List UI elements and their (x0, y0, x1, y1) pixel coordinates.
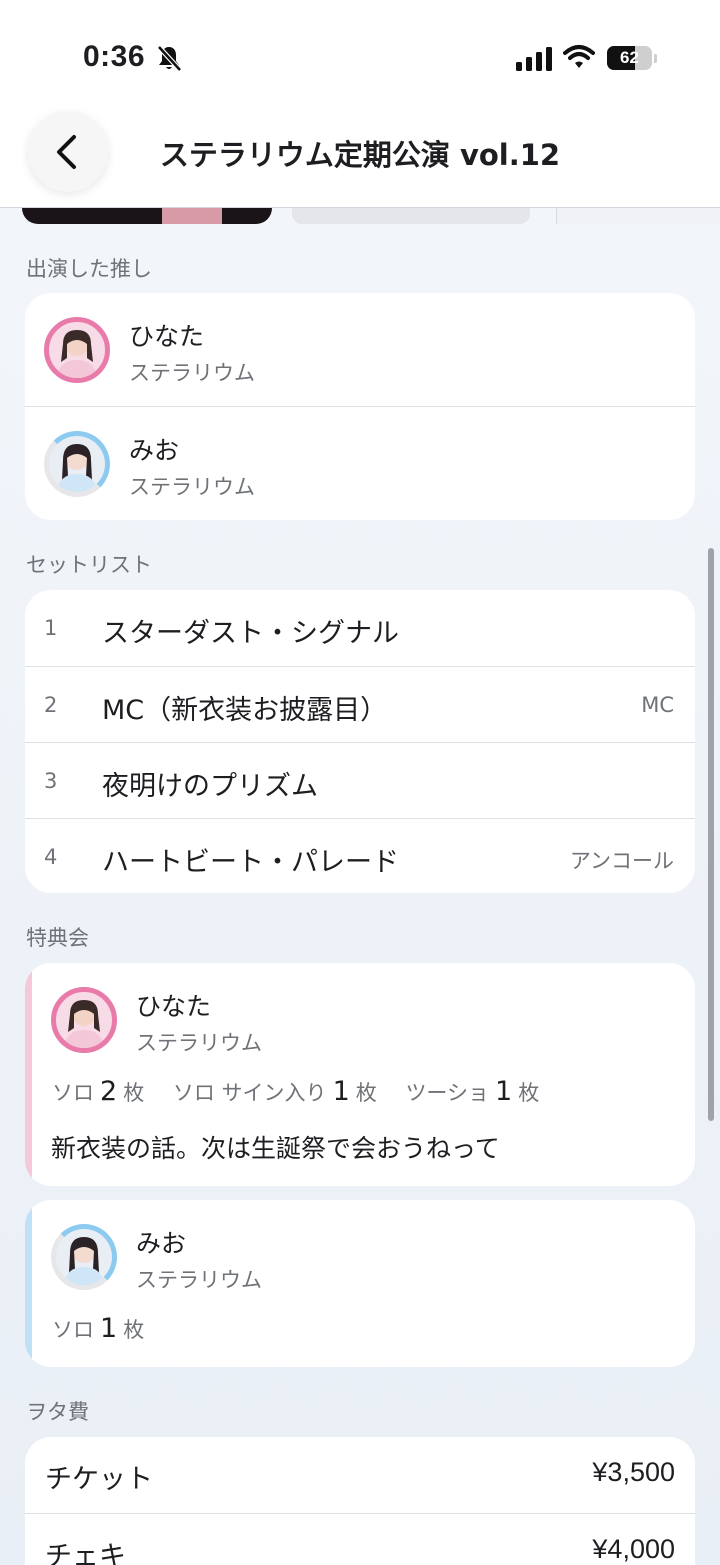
bonus-ticket-counts: ソロ 2 枚 ソロ サイン入り 1 枚 ツーショ 1 枚 (52, 1076, 561, 1107)
setlist-title: スターダスト・シグナル (102, 618, 399, 649)
expense-value: ¥3,500 (592, 1457, 675, 1487)
avatar (44, 431, 110, 497)
battery-level: 62 (620, 48, 639, 67)
performer-row-mio[interactable]: みお ステラリウム (25, 406, 695, 519)
setlist-item[interactable]: 2 MC（新衣装お披露目） MC (25, 666, 695, 742)
ticket-count-solo: ソロ 2 枚 (52, 1076, 145, 1107)
bonus-member-name: みお (136, 1229, 187, 1258)
setlist-card: 1 スターダスト・シグナル 2 MC（新衣装お披露目） MC 3 夜明けのプリズ… (25, 590, 695, 893)
performers-card: ひなた ステラリウム みお ステラリウム (25, 293, 695, 520)
expense-label: チェキ (45, 1541, 126, 1565)
bonus-color-stripe (25, 1200, 32, 1367)
setlist-section-label: セットリスト (26, 553, 152, 577)
bonus-memo: 新衣装の話。次は生誕祭で会おうねって (51, 1134, 500, 1163)
wifi-icon (563, 45, 595, 68)
bonus-card-hinata[interactable]: ひなた ステラリウム ソロ 2 枚 ソロ サイン入り 1 枚 ツーショ 1 枚 新衣装の話。… (25, 963, 695, 1186)
performer-name: みお (129, 436, 180, 465)
avatar (51, 1224, 117, 1290)
expense-row[interactable]: チェキ ¥4,000 (25, 1513, 695, 1565)
bonus-member-group: ステラリウム (136, 1268, 262, 1292)
status-bar: 0:36 62 (0, 0, 720, 110)
expenses-section-label: ヲタ費 (26, 1400, 89, 1424)
bonus-section-label: 特典会 (26, 926, 89, 950)
ticket-count-solo: ソロ 1 枚 (52, 1313, 145, 1344)
performer-name: ひなた (129, 322, 205, 351)
bonus-color-stripe (25, 963, 32, 1186)
scrollbar[interactable] (708, 548, 714, 1121)
setlist-tag: MC (641, 693, 674, 717)
photo-thumbnail[interactable] (556, 208, 720, 224)
photo-thumbnail[interactable] (292, 208, 530, 224)
status-time: 0:36 (83, 40, 146, 73)
page-title: ステラリウム定期公演 vol.12 (159, 138, 561, 172)
setlist-number: 2 (44, 693, 58, 717)
battery-icon: 62 (607, 46, 657, 72)
ticket-count-solo-signed: ソロ サイン入り 1 枚 (172, 1076, 377, 1107)
setlist-number: 1 (44, 616, 58, 640)
expenses-card: チケット ¥3,500 チェキ ¥4,000 (25, 1437, 695, 1565)
setlist-item[interactable]: 3 夜明けのプリズム (25, 742, 695, 818)
setlist-tag: アンコール (569, 849, 674, 873)
bonus-member-name: ひなた (136, 992, 212, 1021)
bonus-member-group: ステラリウム (136, 1031, 262, 1055)
setlist-item[interactable]: 1 スターダスト・シグナル (25, 590, 695, 666)
ticket-count-twoshot: ツーショ 1 枚 (405, 1076, 540, 1107)
avatar (51, 987, 117, 1053)
bonus-ticket-counts: ソロ 1 枚 (52, 1313, 166, 1344)
setlist-item[interactable]: 4 ハートビート・パレード アンコール (25, 818, 695, 893)
avatar (44, 317, 110, 383)
performer-group: ステラリウム (129, 361, 255, 385)
navigation-header: ステラリウム定期公演 vol.12 (0, 110, 720, 208)
cellular-signal-icon (516, 47, 552, 71)
setlist-title: MC（新衣装お披露目） (102, 695, 388, 726)
performer-group: ステラリウム (129, 475, 255, 499)
setlist-title: 夜明けのプリズム (102, 771, 318, 802)
setlist-number: 4 (44, 845, 58, 869)
expense-row[interactable]: チケット ¥3,500 (25, 1437, 695, 1513)
bell-slash-icon (157, 45, 182, 72)
photo-thumbnail[interactable] (22, 208, 272, 224)
performers-section-label: 出演した推し (26, 257, 152, 281)
performer-row-hinata[interactable]: ひなた ステラリウム (25, 293, 695, 406)
setlist-title: ハートビート・パレード (102, 847, 399, 878)
expense-value: ¥4,000 (592, 1534, 675, 1564)
bonus-card-mio[interactable]: みお ステラリウム ソロ 1 枚 (25, 1200, 695, 1367)
setlist-number: 3 (44, 769, 58, 793)
expense-label: チケット (45, 1464, 153, 1495)
